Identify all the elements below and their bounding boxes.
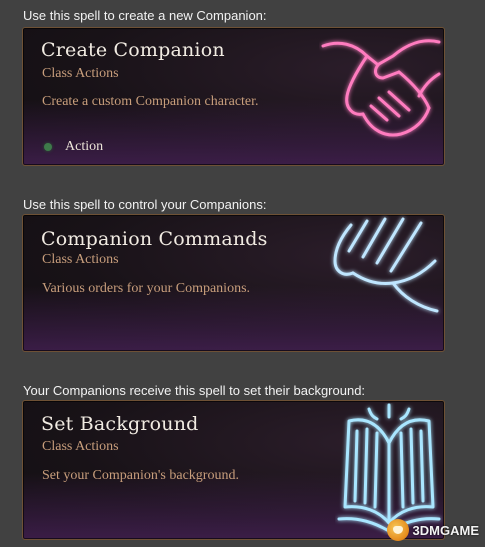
commanding-hand-icon xyxy=(333,217,439,313)
section-caption: Use this spell to control your Companion… xyxy=(23,197,267,212)
spell-description: Set your Companion's background. xyxy=(42,468,239,483)
spell-card-companion-commands[interactable]: Companion Commands Class Actions Various… xyxy=(22,214,445,352)
spell-category: Class Actions xyxy=(42,66,119,81)
spell-category: Class Actions xyxy=(42,252,119,267)
watermark-text: 3DMGAME xyxy=(412,522,479,538)
spell-card-create-companion[interactable]: Create Companion Class Actions Create a … xyxy=(22,27,445,166)
spell-category: Class Actions xyxy=(42,439,119,454)
spell-description: Create a custom Companion character. xyxy=(42,94,259,109)
handshake-icon xyxy=(321,39,441,137)
open-book-icon xyxy=(337,403,441,533)
watermark: 3DMGAME xyxy=(386,519,479,541)
spell-title: Companion Commands xyxy=(41,228,268,250)
spell-card-set-background[interactable]: Set Background Class Actions Set your Co… xyxy=(22,400,445,540)
section-caption: Use this spell to create a new Companion… xyxy=(23,8,267,23)
action-cost: Action xyxy=(44,139,103,155)
section-caption: Your Companions receive this spell to se… xyxy=(23,383,366,398)
spell-description: Various orders for your Companions. xyxy=(42,281,251,296)
3dm-logo-icon xyxy=(386,519,409,541)
spell-title: Create Companion xyxy=(41,39,225,61)
action-dot-icon xyxy=(44,143,52,151)
spell-title: Set Background xyxy=(41,413,199,435)
action-label: Action xyxy=(65,139,104,154)
